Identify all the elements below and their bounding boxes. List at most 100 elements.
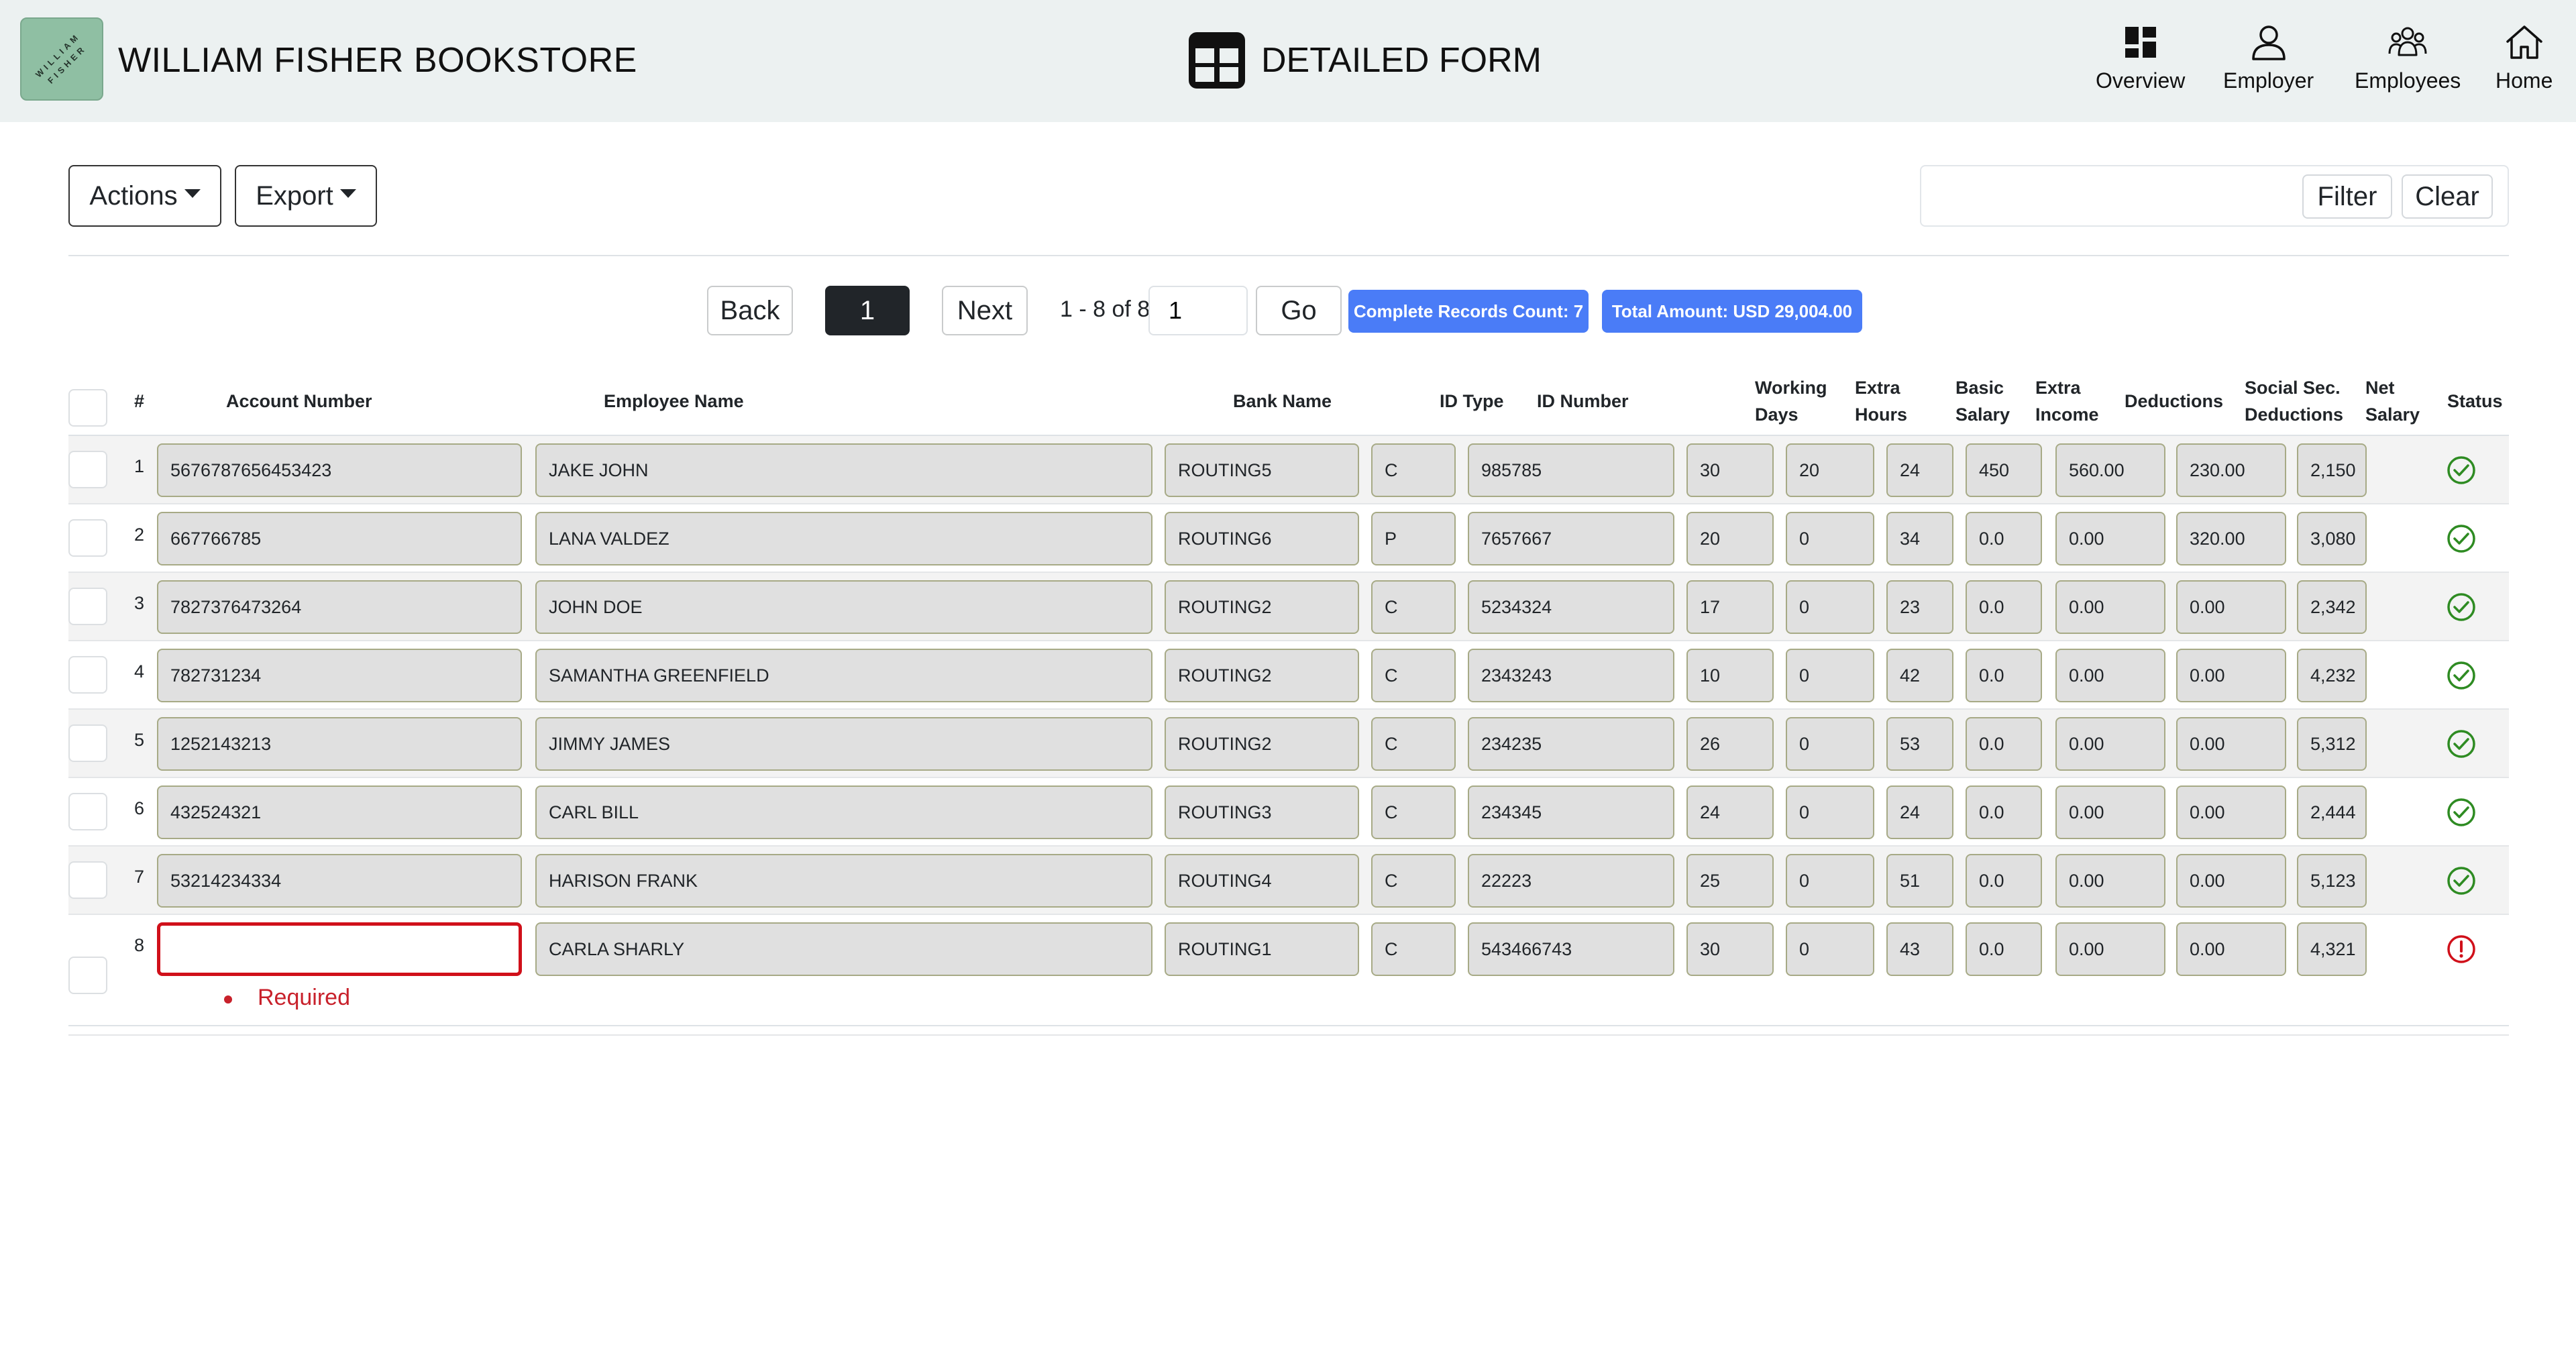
account-number-field[interactable]: 5676787656453423 (157, 443, 522, 497)
row-select-checkbox[interactable] (68, 861, 107, 899)
extra-income-field[interactable]: 0.0 (1966, 649, 2042, 702)
net-salary-field[interactable]: 2,150 (2297, 443, 2367, 497)
deductions-field[interactable]: 0.00 (2055, 785, 2165, 839)
extra-income-field[interactable]: 0.0 (1966, 922, 2042, 976)
bank-name-field[interactable]: ROUTING4 (1165, 854, 1359, 908)
export-dropdown-button[interactable]: Export (235, 165, 377, 227)
extra-hours-field[interactable]: 0 (1786, 854, 1874, 908)
employee-name-field[interactable]: HARISON FRANK (535, 854, 1152, 908)
extra-hours-field[interactable]: 0 (1786, 922, 1874, 976)
working-days-field[interactable]: 20 (1686, 512, 1774, 565)
social-sec-deductions-field[interactable]: 0.00 (2176, 580, 2286, 634)
row-select-checkbox[interactable] (68, 957, 107, 994)
nav-employees[interactable]: Employees (2355, 21, 2461, 102)
extra-income-field[interactable]: 0.0 (1966, 785, 2042, 839)
basic-salary-field[interactable]: 43 (1886, 922, 1953, 976)
extra-hours-field[interactable]: 0 (1786, 717, 1874, 771)
id-number-field[interactable]: 2343243 (1468, 649, 1674, 702)
bank-name-field[interactable]: ROUTING6 (1165, 512, 1359, 565)
actions-dropdown-button[interactable]: Actions (68, 165, 221, 227)
extra-income-field[interactable]: 450 (1966, 443, 2042, 497)
account-number-field[interactable]: 432524321 (157, 785, 522, 839)
bank-name-field[interactable]: ROUTING5 (1165, 443, 1359, 497)
net-salary-field[interactable]: 5,123 (2297, 854, 2367, 908)
row-select-checkbox[interactable] (68, 793, 107, 830)
id-type-field[interactable]: P (1371, 512, 1456, 565)
id-number-field[interactable]: 543466743 (1468, 922, 1674, 976)
basic-salary-field[interactable]: 24 (1886, 785, 1953, 839)
net-salary-field[interactable]: 2,342 (2297, 580, 2367, 634)
net-salary-field[interactable]: 2,444 (2297, 785, 2367, 839)
nav-home[interactable]: Home (2496, 21, 2553, 102)
deductions-field[interactable]: 0.00 (2055, 649, 2165, 702)
working-days-field[interactable]: 25 (1686, 854, 1774, 908)
social-sec-deductions-field[interactable]: 0.00 (2176, 854, 2286, 908)
working-days-field[interactable]: 30 (1686, 443, 1774, 497)
social-sec-deductions-field[interactable]: 0.00 (2176, 922, 2286, 976)
basic-salary-field[interactable]: 42 (1886, 649, 1953, 702)
employee-name-field[interactable]: JIMMY JAMES (535, 717, 1152, 771)
employee-name-field[interactable]: CARL BILL (535, 785, 1152, 839)
extra-income-field[interactable]: 0.0 (1966, 580, 2042, 634)
account-number-field[interactable]: 7827376473264 (157, 580, 522, 634)
id-type-field[interactable]: C (1371, 580, 1456, 634)
deductions-field[interactable]: 0.00 (2055, 580, 2165, 634)
net-salary-field[interactable]: 5,312 (2297, 717, 2367, 771)
select-all-checkbox[interactable] (68, 389, 107, 427)
employee-name-field[interactable]: CARLA SHARLY (535, 922, 1152, 976)
working-days-field[interactable]: 17 (1686, 580, 1774, 634)
account-number-field[interactable]: 53214234334 (157, 854, 522, 908)
row-select-checkbox[interactable] (68, 451, 107, 488)
account-number-field[interactable]: 667766785 (157, 512, 522, 565)
basic-salary-field[interactable]: 24 (1886, 443, 1953, 497)
row-select-checkbox[interactable] (68, 724, 107, 762)
employee-name-field[interactable]: LANA VALDEZ (535, 512, 1152, 565)
id-number-field[interactable]: 985785 (1468, 443, 1674, 497)
id-type-field[interactable]: C (1371, 443, 1456, 497)
back-button[interactable]: Back (707, 286, 793, 335)
extra-hours-field[interactable]: 20 (1786, 443, 1874, 497)
employee-name-field[interactable]: SAMANTHA GREENFIELD (535, 649, 1152, 702)
bank-name-field[interactable]: ROUTING1 (1165, 922, 1359, 976)
next-button[interactable]: Next (942, 286, 1028, 335)
employee-name-field[interactable]: JAKE JOHN (535, 443, 1152, 497)
id-type-field[interactable]: C (1371, 785, 1456, 839)
clear-button[interactable]: Clear (2402, 174, 2493, 219)
deductions-field[interactable]: 0.00 (2055, 922, 2165, 976)
id-type-field[interactable]: C (1371, 922, 1456, 976)
deductions-field[interactable]: 0.00 (2055, 512, 2165, 565)
social-sec-deductions-field[interactable]: 230.00 (2176, 443, 2286, 497)
net-salary-field[interactable]: 4,232 (2297, 649, 2367, 702)
extra-income-field[interactable]: 0.0 (1966, 717, 2042, 771)
extra-income-field[interactable]: 0.0 (1966, 854, 2042, 908)
filter-input[interactable] (1927, 172, 2300, 220)
account-number-field[interactable]: 782731234 (157, 649, 522, 702)
net-salary-field[interactable]: 4,321 (2297, 922, 2367, 976)
row-select-checkbox[interactable] (68, 656, 107, 694)
account-number-field[interactable] (157, 922, 522, 976)
current-page-button[interactable]: 1 (825, 286, 910, 335)
nav-employer[interactable]: Employer (2223, 21, 2314, 102)
basic-salary-field[interactable]: 34 (1886, 512, 1953, 565)
nav-overview[interactable]: Overview (2096, 21, 2185, 102)
deductions-field[interactable]: 0.00 (2055, 854, 2165, 908)
id-type-field[interactable]: C (1371, 649, 1456, 702)
net-salary-field[interactable]: 3,080 (2297, 512, 2367, 565)
extra-hours-field[interactable]: 0 (1786, 785, 1874, 839)
social-sec-deductions-field[interactable]: 0.00 (2176, 785, 2286, 839)
account-number-field[interactable]: 1252143213 (157, 717, 522, 771)
id-number-field[interactable]: 22223 (1468, 854, 1674, 908)
social-sec-deductions-field[interactable]: 0.00 (2176, 717, 2286, 771)
working-days-field[interactable]: 26 (1686, 717, 1774, 771)
extra-hours-field[interactable]: 0 (1786, 512, 1874, 565)
row-select-checkbox[interactable] (68, 519, 107, 557)
id-type-field[interactable]: C (1371, 854, 1456, 908)
deductions-field[interactable]: 560.00 (2055, 443, 2165, 497)
basic-salary-field[interactable]: 53 (1886, 717, 1953, 771)
bank-name-field[interactable]: ROUTING2 (1165, 717, 1359, 771)
page-number-input[interactable] (1148, 286, 1248, 335)
row-select-checkbox[interactable] (68, 588, 107, 625)
working-days-field[interactable]: 24 (1686, 785, 1774, 839)
bank-name-field[interactable]: ROUTING2 (1165, 580, 1359, 634)
id-number-field[interactable]: 234345 (1468, 785, 1674, 839)
